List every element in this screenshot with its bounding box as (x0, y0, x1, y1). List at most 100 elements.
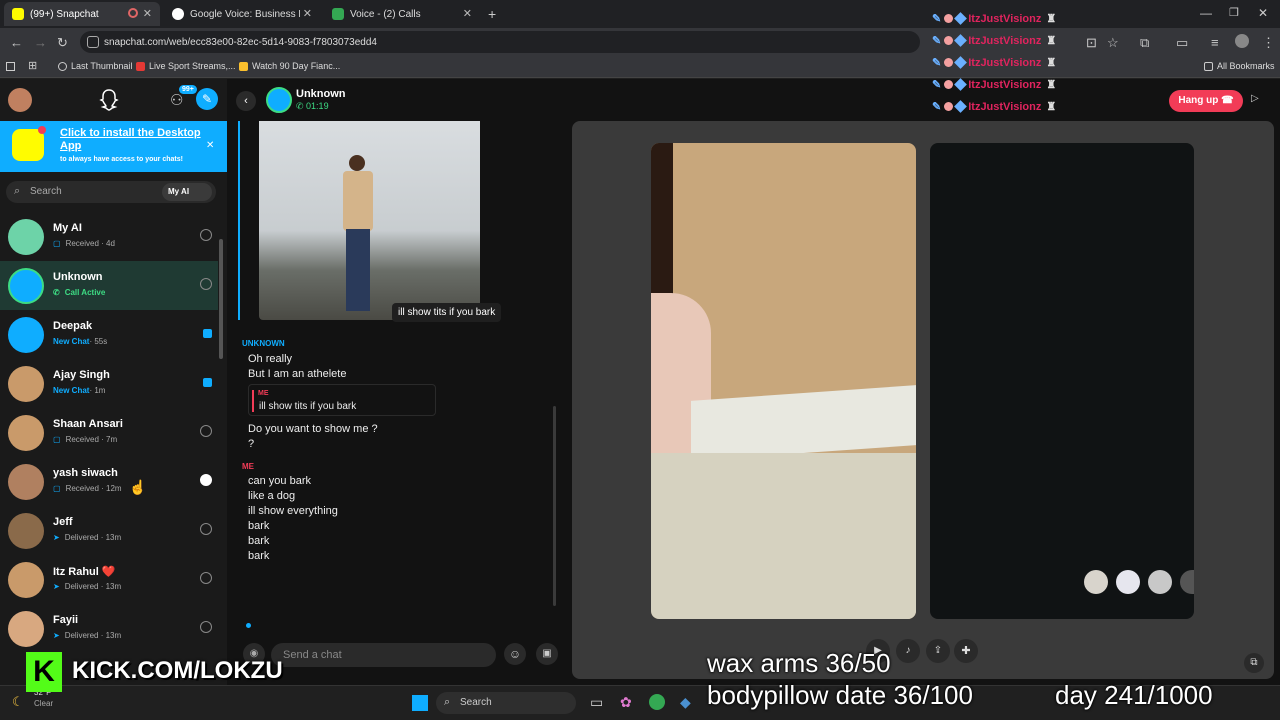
sidebar-scrollbar[interactable] (219, 239, 223, 359)
chat-name: Itz Rahul ❤️ (53, 566, 116, 578)
copilot-icon[interactable]: ✿ (620, 694, 632, 711)
participant-avatar[interactable] (1180, 570, 1194, 594)
badge-icon (944, 58, 954, 67)
apps-grid-icon[interactable]: ⊞ (28, 59, 37, 72)
avatar (8, 366, 44, 402)
stream-goal-line2: bodypillow date 36/100 (707, 680, 973, 710)
camera-reply-icon[interactable] (200, 425, 212, 437)
chat-row-fayii[interactable]: Fayii ➤ Delivered · 13m (0, 604, 218, 653)
chat-scrollbar[interactable] (553, 406, 556, 606)
forward-icon[interactable]: → (34, 35, 47, 50)
search-placeholder: Search (30, 186, 62, 197)
quoted-message[interactable]: ME ill show tits if you bark (248, 384, 436, 416)
hat-icon: ♜ (1046, 79, 1057, 91)
share-screen-icon[interactable]: ⇪ (926, 639, 950, 663)
bookmarks-bar: ⊞ Last Thumbnail Live Sport Streams,... … (0, 56, 1280, 78)
back-button[interactable]: ‹ (236, 91, 256, 111)
shared-photo[interactable] (259, 121, 480, 320)
delivered-icon: ➤ (53, 533, 60, 542)
url-bar[interactable]: snapchat.com/web/ecc83e00-82ec-5d14-9083… (80, 31, 920, 53)
hang-up-button[interactable]: Hang up ☎ (1169, 90, 1243, 112)
chat-messages-pane: ill show tits if you bark UNKNOWN Oh rea… (233, 121, 567, 679)
taskbar-search[interactable]: ⌕ Search (436, 692, 576, 714)
tab-groups-icon[interactable] (6, 62, 15, 71)
reload-icon[interactable]: ↻ (57, 35, 68, 51)
camera-reply-icon[interactable] (200, 278, 212, 290)
close-tab-icon[interactable]: ✕ (303, 7, 312, 20)
call-timer-text: 01:19 (306, 101, 329, 111)
bookmark-star-icon[interactable]: ☆ (1107, 35, 1119, 51)
emoji-icon[interactable]: ☺ (504, 643, 526, 665)
tab-snapchat[interactable]: (99+) Snapchat ✕ (4, 2, 160, 26)
taskbar-search-label: Search (460, 697, 492, 708)
tab-google-voice[interactable]: Google Voice: Business Phone N ✕ (164, 2, 320, 26)
participant-avatar[interactable] (1116, 570, 1140, 594)
chrome-icon[interactable] (649, 694, 665, 710)
profile-bitmoji-avatar[interactable] (8, 88, 32, 112)
chat-input[interactable]: Send a chat (271, 643, 496, 667)
media-icon[interactable]: ≡ (1211, 35, 1219, 50)
bookmark-last-thumbnail[interactable]: Last Thumbnail (58, 61, 132, 71)
search-input[interactable]: ⌕ Search My AI (6, 181, 216, 203)
close-tab-icon[interactable]: ✕ (143, 7, 152, 20)
chat-row-jeff[interactable]: Jeff ➤ Delivered · 13m (0, 506, 218, 555)
stream-goal-line1: wax arms 36/50 (707, 648, 891, 678)
message: like a dog (248, 490, 296, 502)
chat-row-ajay-singh[interactable]: Ajay Singh New Chat · 1m (0, 359, 218, 408)
camera-reply-icon[interactable] (200, 523, 212, 535)
close-window-icon[interactable]: ✕ (1258, 6, 1268, 20)
chat-row-deepak[interactable]: Deepak New Chat · 55s (0, 310, 218, 359)
camera-reply-icon[interactable] (200, 474, 212, 486)
close-banner-icon[interactable]: ✕ (206, 140, 214, 151)
hat-icon: ♜ (1046, 35, 1057, 47)
add-participant-icon[interactable]: ✚ (954, 639, 978, 663)
url-text: snapchat.com/web/ecc83e00-82ec-5d14-9083… (104, 36, 377, 48)
extensions-icon[interactable]: ⧉ (1140, 35, 1149, 51)
minimize-icon[interactable]: — (1200, 6, 1212, 20)
chat-row-my-ai[interactable]: My AI ▢ Received · 4d (0, 212, 218, 261)
play-icon[interactable]: ▷ (1251, 93, 1259, 104)
sidebar-icon[interactable]: ▭ (1176, 35, 1188, 51)
badge-icon (944, 102, 954, 111)
chat-row-itz-rahul[interactable]: Itz Rahul ❤️ ➤ Delivered · 13m (0, 555, 218, 604)
chat-row-shaan-ansari[interactable]: Shaan Ansari ▢ Received · 7m (0, 408, 218, 457)
chat-row-yash-siwach[interactable]: yash siwach ▢ Received · 12m ☝ (0, 457, 218, 506)
new-tab-icon[interactable]: + (488, 6, 496, 22)
back-icon[interactable]: ← (10, 35, 23, 50)
bookmark-live-sport[interactable]: Live Sport Streams,... (136, 61, 236, 71)
overlay-username: ItzJustVisionz (968, 12, 1042, 25)
participant-avatar[interactable] (1148, 570, 1172, 594)
overlay-username: ItzJustVisionz (968, 100, 1042, 113)
camera-reply-icon[interactable] (200, 229, 212, 241)
bookmark-90-day[interactable]: Watch 90 Day Fianc... (239, 61, 340, 71)
snapchat-favicon-icon (12, 8, 24, 20)
mic-icon[interactable]: ♪ (896, 639, 920, 663)
task-view-icon[interactable]: ▭ (590, 694, 603, 711)
all-bookmarks[interactable]: All Bookmarks (1204, 61, 1275, 71)
ghost-logo-icon[interactable] (97, 88, 121, 112)
pip-icon[interactable]: ⧉ (1244, 653, 1264, 673)
profile-avatar[interactable] (1235, 34, 1249, 48)
camera-reply-icon[interactable] (200, 621, 212, 633)
new-chat-button[interactable]: ✎ (196, 88, 218, 110)
install-banner-title: Click to install the Desktop App (60, 127, 201, 152)
participant-avatar[interactable] (1084, 570, 1108, 594)
maximize-icon[interactable]: ❐ (1229, 6, 1239, 19)
contact-avatar[interactable] (266, 87, 292, 113)
chat-name: Deepak (53, 320, 93, 332)
chat-row-unknown[interactable]: Unknown ✆ Call Active (0, 261, 218, 310)
hat-icon: ♜ (1046, 13, 1057, 25)
camera-reply-icon[interactable] (200, 572, 212, 584)
menu-icon[interactable]: ⋮ (1262, 35, 1275, 51)
app-icon[interactable]: ◆ (680, 694, 691, 711)
close-tab-icon[interactable]: ✕ (463, 7, 472, 20)
message: bark (248, 550, 270, 562)
windows-start-icon[interactable] (412, 695, 428, 711)
install-app-icon[interactable]: ⊡ (1086, 35, 1097, 51)
site-info-icon[interactable] (87, 36, 99, 48)
chat-name: Shaan Ansari (53, 418, 123, 430)
tab-voice-calls[interactable]: Voice - (2) Calls ✕ (324, 2, 480, 26)
sticker-icon[interactable]: ▣ (536, 643, 558, 665)
install-desktop-banner[interactable]: Click to install the Desktop App to alwa… (0, 121, 227, 172)
my-ai-button[interactable]: My AI (162, 183, 212, 201)
